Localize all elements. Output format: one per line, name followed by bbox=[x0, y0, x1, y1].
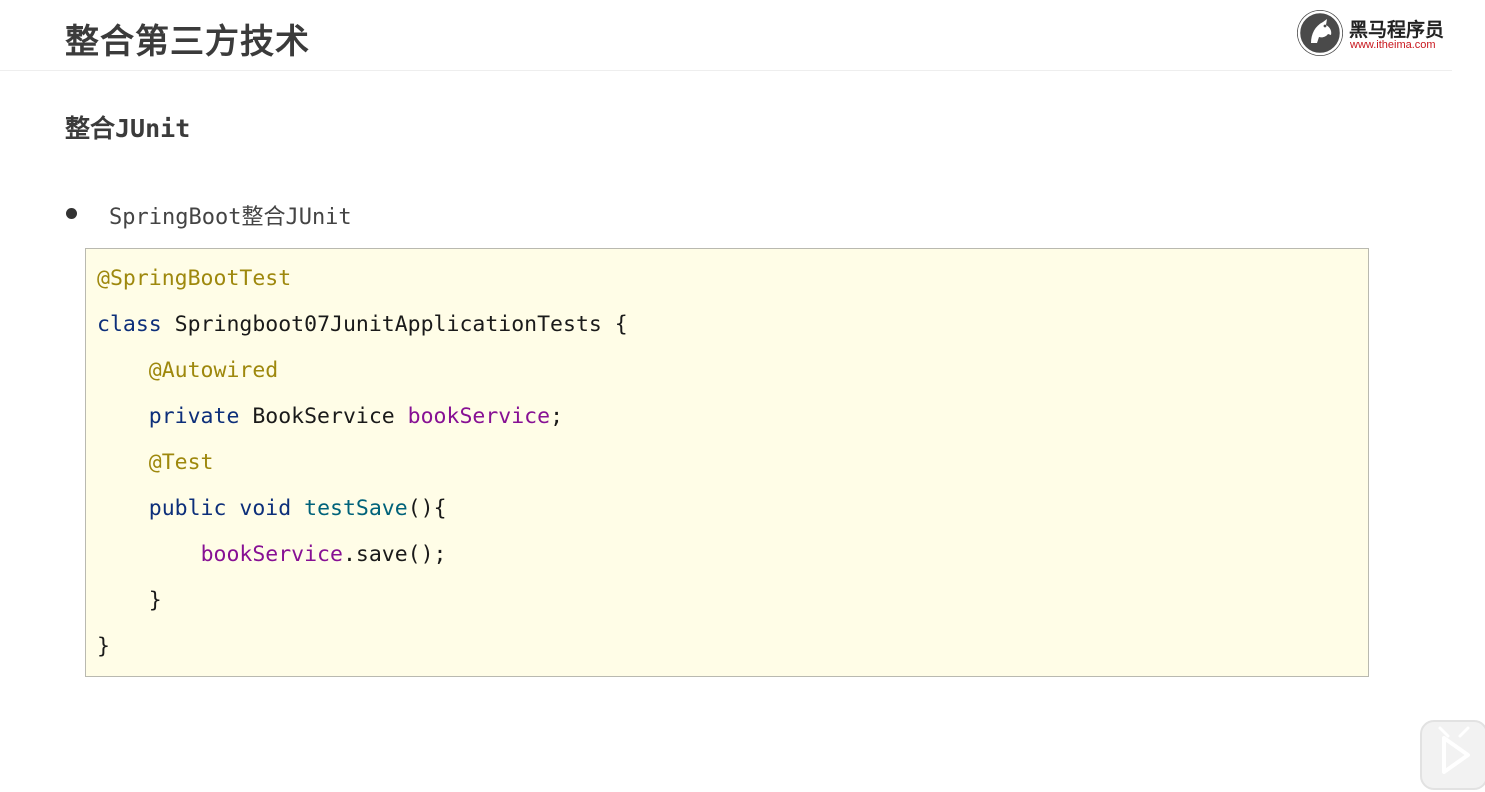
bullet-label: SpringBoot整合JUnit bbox=[109, 205, 352, 230]
page-title: 整合第三方技术 bbox=[65, 22, 310, 62]
brand-logo: 黑马程序员 www.itheima.com bbox=[1297, 10, 1457, 58]
slide-header: 整合第三方技术 黑马程序员 www.itheima.com bbox=[0, 0, 1452, 71]
code-token: void bbox=[239, 496, 292, 521]
code-token: } bbox=[97, 634, 110, 659]
code-token: bookService bbox=[407, 404, 551, 429]
logo-name: 黑马程序员 bbox=[1349, 19, 1445, 41]
code-token: .save(); bbox=[342, 542, 447, 567]
code-token: (){ bbox=[407, 496, 447, 521]
code-token: @Autowired bbox=[148, 358, 279, 383]
code-token: } bbox=[148, 588, 162, 613]
play-icon[interactable] bbox=[1420, 720, 1485, 790]
code-token: bookService bbox=[200, 542, 343, 567]
code-line: } bbox=[97, 634, 110, 664]
code-line: bookService.save(); bbox=[97, 542, 447, 572]
bullet-dot bbox=[66, 208, 77, 219]
code-token: ; bbox=[550, 404, 564, 429]
code-token: class bbox=[97, 312, 162, 337]
section-title: 整合JUnit bbox=[65, 114, 191, 143]
code-line: @Autowired bbox=[97, 358, 278, 388]
code-line: private BookService bookService; bbox=[97, 404, 563, 434]
code-token: BookService bbox=[239, 404, 408, 429]
code-token: @Test bbox=[148, 450, 214, 475]
code-token: Springboot07JunitApplicationTests { bbox=[161, 312, 628, 337]
code-token: public bbox=[148, 496, 227, 521]
code-line: class Springboot07JunitApplicationTests … bbox=[97, 312, 628, 342]
code-line: } bbox=[97, 588, 162, 618]
code-token: private bbox=[148, 404, 240, 429]
logo-url: www.itheima.com bbox=[1350, 39, 1436, 51]
code-line: public void testSave(){ bbox=[97, 496, 447, 526]
horse-logo-icon bbox=[1297, 10, 1343, 56]
video-player-button[interactable] bbox=[1420, 720, 1485, 790]
code-line: @SpringBootTest bbox=[97, 266, 291, 296]
code-token: testSave bbox=[304, 496, 408, 521]
code-line: @Test bbox=[97, 450, 214, 480]
code-token: @SpringBootTest bbox=[97, 266, 292, 291]
code-block: @SpringBootTest class Springboot07JunitAp… bbox=[85, 248, 1369, 677]
